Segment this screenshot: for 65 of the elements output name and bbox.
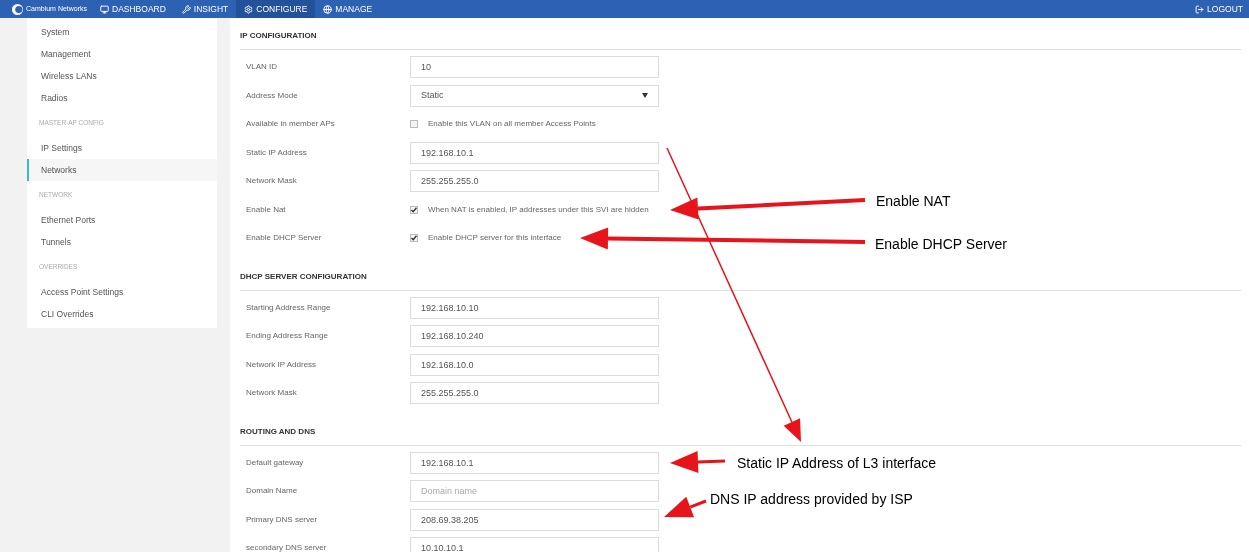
field-label: Primary DNS server <box>245 513 319 526</box>
monitor-icon <box>100 4 109 14</box>
sidebar-item[interactable]: Management <box>27 43 217 65</box>
field-label: Network Mask <box>245 387 298 400</box>
checkbox[interactable] <box>410 234 418 243</box>
section-header: DHCP SERVER CONFIGURATION <box>240 270 1241 291</box>
checkbox[interactable] <box>410 205 418 214</box>
field-label: Enable Nat <box>245 203 287 216</box>
arrow <box>664 496 707 518</box>
annotation-text: DNS IP address provided by ISP <box>710 490 913 509</box>
text-field[interactable]: 208.69.38.205 <box>410 508 659 531</box>
sidebar-item[interactable]: System <box>27 21 217 43</box>
settings-icon <box>244 4 254 14</box>
nav-tab[interactable]: INSIGHT <box>173 0 237 18</box>
checkbox-label: Enable DHCP server for this interface <box>428 232 562 245</box>
field-label: Default gateway <box>245 456 305 469</box>
field-label: Network Mask <box>245 175 298 188</box>
field-label: VLAN ID <box>245 61 279 74</box>
sidebar-item[interactable]: Ethernet Ports <box>27 209 217 231</box>
sidebar-item[interactable]: Wireless LANs <box>27 65 217 87</box>
text-field[interactable]: Domain name <box>410 480 659 503</box>
field-label: Network IP Address <box>245 358 318 371</box>
checkbox[interactable] <box>410 120 418 129</box>
checkbox-label: Enable this VLAN on all member Access Points <box>428 118 596 131</box>
annotation-text: Enable DHCP Server <box>875 235 1008 254</box>
section-header: IP CONFIGURATION <box>240 30 1241 50</box>
check-icon <box>411 206 417 213</box>
caret-icon <box>642 93 648 99</box>
sidebar-item[interactable]: CLI Overrides <box>27 303 217 325</box>
annotation-text: Enable NAT <box>876 192 951 211</box>
logo-icon <box>12 3 23 15</box>
text-field[interactable]: 192.168.10.10 <box>410 296 659 319</box>
text-field[interactable]: 192.168.10.0 <box>410 353 659 376</box>
sidebar-item[interactable]: Radios <box>27 87 217 109</box>
text-field[interactable]: 255.255.255.0 <box>410 170 659 193</box>
field-label: Ending Address Range <box>245 330 329 343</box>
logout-icon <box>1195 4 1205 14</box>
nav-tab[interactable]: MANAGE <box>315 0 381 18</box>
text-field[interactable]: 10.10.10.1 <box>410 537 659 552</box>
sidebar-item[interactable]: Tunnels <box>27 231 217 253</box>
field-label: secondary DNS server <box>245 542 328 552</box>
text-field[interactable]: 255.255.255.0 <box>410 382 659 405</box>
field-label: Available in member APs <box>245 118 336 131</box>
text-field[interactable]: 192.168.10.1 <box>410 451 659 474</box>
field-label: Static IP Address <box>245 146 308 159</box>
sidebar-item[interactable]: Networks <box>27 159 217 181</box>
field-label: Starting Address Range <box>245 301 332 314</box>
text-field[interactable]: 10 <box>410 56 659 79</box>
text-field[interactable]: 192.168.10.240 <box>410 325 659 348</box>
arrow <box>670 451 726 473</box>
dropdown[interactable]: Static <box>410 84 659 107</box>
wrench-icon <box>181 4 191 14</box>
logout-button[interactable]: LOGOUT <box>1195 0 1249 18</box>
text-field[interactable]: 192.168.10.1 <box>410 141 659 164</box>
annotation-text: Static IP Address of L3 interface <box>737 454 936 473</box>
nav-tab[interactable]: DASHBOARD <box>92 0 174 18</box>
nav-tab[interactable]: CONFIGURE <box>236 0 316 18</box>
field-label: Domain Name <box>245 485 299 498</box>
field-label: Enable DHCP Server <box>245 232 323 245</box>
globe-icon <box>323 4 333 14</box>
sidebar-item[interactable]: IP Settings <box>27 137 217 159</box>
check-icon <box>411 235 417 242</box>
sidebar-item[interactable]: Access Point Settings <box>27 281 217 303</box>
field-label: Address Mode <box>245 89 299 102</box>
checkbox-label: When NAT is enabled, IP addresses under this SVI are hidden <box>428 203 649 216</box>
